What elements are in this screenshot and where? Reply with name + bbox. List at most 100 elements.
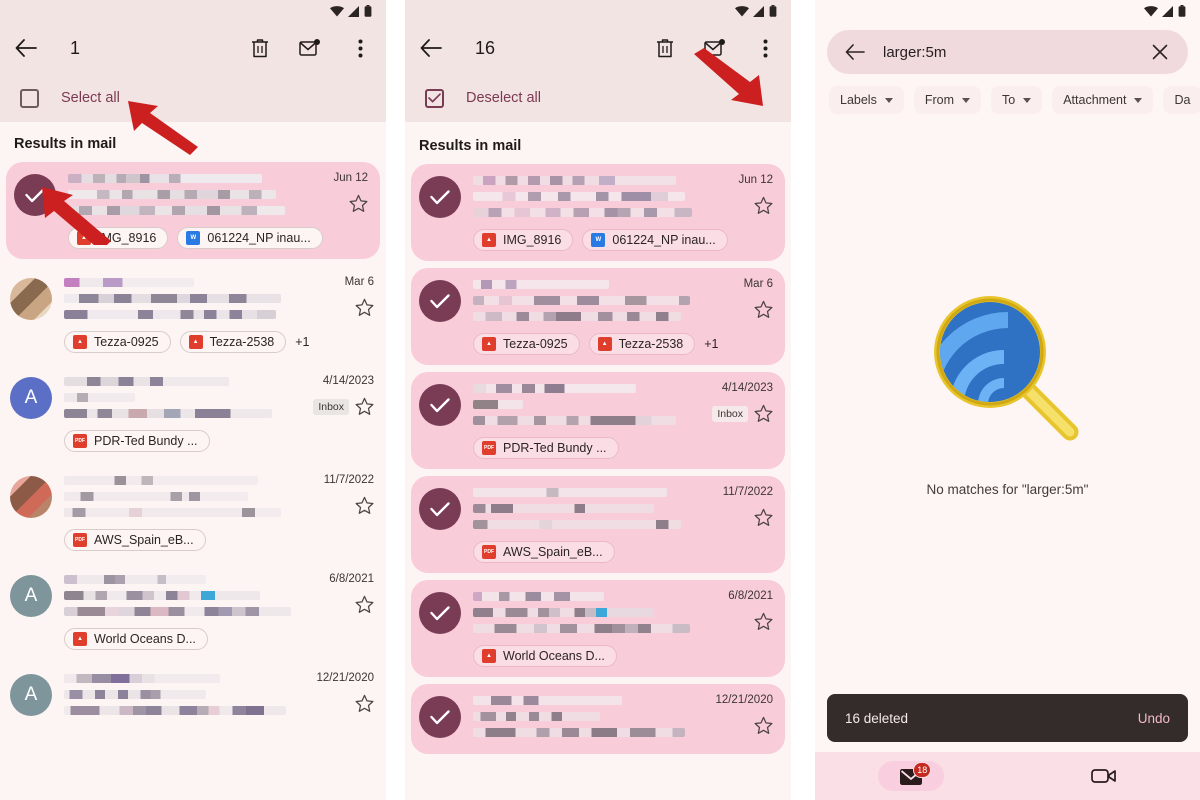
signal-icon	[753, 5, 764, 17]
deselect-all-row[interactable]: Deselect all	[405, 74, 791, 122]
back-arrow-icon[interactable]	[419, 36, 443, 60]
avatar-letter: A	[24, 684, 38, 705]
attachment-chips: ▲ World Oceans D...	[64, 628, 374, 650]
email-row[interactable]: 11/7/2022 PDF AWS_Spain_eB...	[411, 476, 785, 573]
sender-letter-avatar[interactable]: A	[10, 674, 52, 716]
redacted-subject-lines	[473, 382, 699, 432]
attachment-chips: PDF AWS_Spain_eB...	[473, 541, 773, 563]
email-row[interactable]: A 6/8/2021 ▲ World Oceans D...	[0, 563, 386, 660]
selected-count: 1	[70, 37, 81, 58]
back-arrow-icon[interactable]	[843, 40, 867, 64]
wifi-icon	[735, 5, 749, 16]
attachment-chips: ▲ IMG_8916 W 061224_NP inau...	[68, 227, 368, 249]
select-all-checkbox[interactable]	[20, 88, 39, 108]
filter-chip-to[interactable]: To	[991, 86, 1043, 114]
search-bar[interactable]: larger:5m	[827, 30, 1188, 74]
email-row[interactable]: Mar 6 ▲ Tezza-0925 ▲ Tezza-2538 +1	[411, 268, 785, 365]
nav-item-mail[interactable]: 18	[815, 761, 1008, 791]
empty-state: No matches for "larger:5m"	[815, 280, 1200, 497]
attachment-chip[interactable]: ▲ World Oceans D...	[473, 645, 617, 667]
email-row[interactable]: 12/21/2020	[411, 684, 785, 754]
star-icon[interactable]	[754, 612, 773, 631]
row-selected-check-avatar[interactable]	[419, 176, 461, 218]
email-date: Jun 12	[333, 172, 368, 184]
attachment-chip[interactable]: W 061224_NP inau...	[177, 227, 323, 249]
sender-photo-avatar[interactable]	[10, 278, 52, 320]
redacted-subject-lines	[473, 278, 699, 328]
star-icon[interactable]	[349, 194, 368, 213]
attachment-name: World Oceans D...	[503, 649, 605, 663]
row-selected-check-avatar[interactable]	[419, 280, 461, 322]
star-icon[interactable]	[754, 196, 773, 215]
sender-letter-avatar[interactable]: A	[10, 575, 52, 617]
close-icon[interactable]	[1148, 40, 1172, 64]
overflow-menu-icon[interactable]	[348, 36, 372, 60]
email-row[interactable]: 11/7/2022 PDF AWS_Spain_eB...	[0, 464, 386, 561]
attachment-chip[interactable]: ▲ Tezza-0925	[473, 333, 580, 355]
star-icon[interactable]	[754, 716, 773, 735]
star-icon[interactable]	[355, 397, 374, 416]
filter-chip-attachment[interactable]: Attachment	[1052, 86, 1154, 114]
redacted-subject-lines	[64, 573, 300, 623]
email-row[interactable]: Jun 12 ▲ IMG_8916 W 061224_NP inau...	[6, 162, 380, 259]
email-row[interactable]: A 4/14/2023 Inbox PDF PDR-Ted Bundy ...	[0, 365, 386, 462]
attachment-chip[interactable]: ▲ Tezza-2538	[588, 333, 696, 355]
row-selected-check-avatar[interactable]	[419, 592, 461, 634]
selection-action-bar: 16	[405, 22, 791, 74]
filter-label: Da	[1174, 93, 1191, 107]
attachment-chip[interactable]: W 061224_NP inau...	[582, 229, 728, 251]
email-date: Mar 6	[344, 276, 374, 288]
battery-icon	[769, 5, 777, 17]
attachment-name: PDR-Ted Bundy ...	[503, 441, 607, 455]
star-icon[interactable]	[754, 404, 773, 423]
trash-icon[interactable]	[248, 36, 272, 60]
overflow-menu-icon[interactable]	[753, 36, 777, 60]
star-icon[interactable]	[754, 508, 773, 527]
email-row[interactable]: 4/14/2023 Inbox PDF PDR-Ted Bundy ...	[411, 372, 785, 469]
row-selected-check-avatar[interactable]	[419, 384, 461, 426]
deselect-all-checkbox[interactable]	[425, 88, 444, 108]
row-selected-check-avatar[interactable]	[14, 174, 56, 216]
email-row[interactable]: 6/8/2021 ▲ World Oceans D...	[411, 580, 785, 677]
star-icon[interactable]	[754, 300, 773, 319]
star-icon[interactable]	[355, 694, 374, 713]
star-icon[interactable]	[355, 595, 374, 614]
attachment-chip[interactable]: PDF PDR-Ted Bundy ...	[473, 437, 619, 459]
email-row[interactable]: Jun 12 ▲ IMG_8916 W 061224_NP inau...	[411, 164, 785, 261]
word-file-icon: W	[591, 233, 606, 247]
mark-unread-icon[interactable]	[298, 36, 322, 60]
mark-unread-icon[interactable]	[703, 36, 727, 60]
attachment-chip[interactable]: ▲ World Oceans D...	[64, 628, 208, 650]
sender-letter-avatar[interactable]: A	[10, 377, 52, 419]
row-selected-check-avatar[interactable]	[419, 696, 461, 738]
select-all-row[interactable]: Select all	[0, 74, 386, 122]
filter-chip-labels[interactable]: Labels	[829, 86, 904, 114]
star-icon[interactable]	[355, 298, 374, 317]
attachment-chip[interactable]: ▲ Tezza-2538	[179, 331, 287, 353]
attachment-chip[interactable]: ▲ Tezza-0925	[64, 331, 171, 353]
attachment-name: AWS_Spain_eB...	[503, 545, 603, 559]
attachment-chip[interactable]: PDF AWS_Spain_eB...	[473, 541, 615, 563]
attachment-chip[interactable]: PDF PDR-Ted Bundy ...	[64, 430, 210, 452]
email-date: 6/8/2021	[329, 573, 374, 585]
attachment-chip[interactable]: PDF AWS_Spain_eB...	[64, 529, 206, 551]
attachment-chips: ▲ Tezza-0925 ▲ Tezza-2538 +1	[64, 331, 374, 353]
email-row[interactable]: Mar 6 ▲ Tezza-0925 ▲ Tezza-2538 +1	[0, 266, 386, 363]
filter-chip-from[interactable]: From	[913, 86, 982, 114]
row-selected-check-avatar[interactable]	[419, 488, 461, 530]
redacted-subject-lines	[68, 172, 294, 222]
star-icon[interactable]	[355, 496, 374, 515]
back-arrow-icon[interactable]	[14, 36, 38, 60]
nav-item-video-call[interactable]	[1008, 767, 1200, 785]
attachment-chip[interactable]: ▲ IMG_8916	[473, 229, 574, 251]
snackbar: 16 deleted Undo	[827, 694, 1188, 742]
trash-icon[interactable]	[653, 36, 677, 60]
undo-button[interactable]: Undo	[1138, 711, 1170, 726]
filter-chip-date[interactable]: Da	[1163, 86, 1200, 114]
attachment-chip[interactable]: ▲ IMG_8916	[68, 227, 169, 249]
email-row[interactable]: A 12/21/2020	[0, 662, 386, 732]
search-input[interactable]: larger:5m	[883, 44, 1132, 61]
pdf-file-icon: PDF	[73, 533, 87, 547]
sender-photo-avatar[interactable]	[10, 476, 52, 518]
attachment-name: Tezza-2538	[618, 337, 684, 351]
